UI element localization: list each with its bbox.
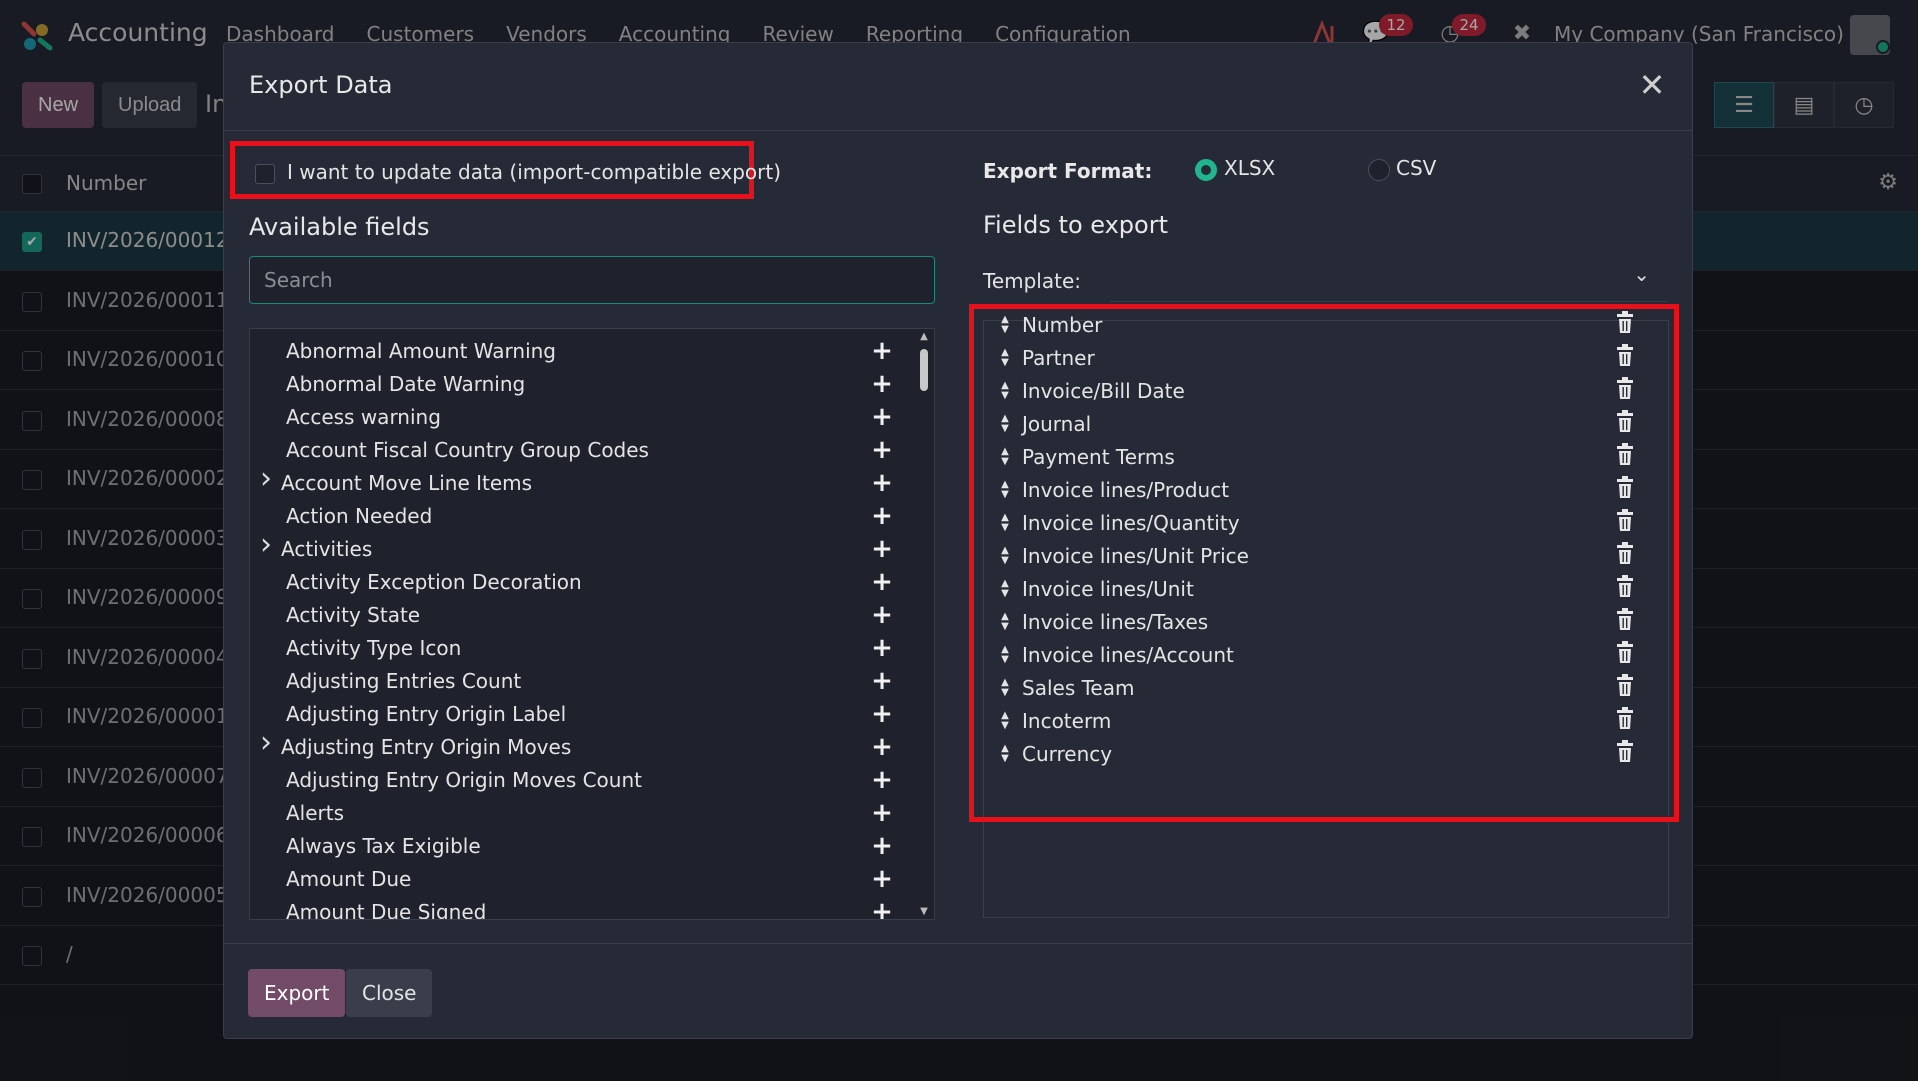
- add-field-icon[interactable]: +: [870, 831, 894, 861]
- available-fields-list: Amount Due Signed + Amount Due + Always Tax …: [249, 328, 935, 920]
- available-field-item[interactable]: Adjusting Entries Count +: [250, 665, 910, 698]
- available-field-label: Action Needed: [286, 504, 433, 528]
- available-field-item[interactable]: Activity State +: [250, 599, 910, 632]
- available-field-item[interactable]: › Adjusting Entry Origin Moves +: [250, 725, 910, 764]
- available-field-item[interactable]: › Account Move Line Items +: [250, 461, 910, 500]
- available-field-label: Amount Due: [286, 867, 412, 891]
- available-fields-title: Available fields: [249, 213, 430, 241]
- add-field-icon[interactable]: +: [870, 336, 894, 366]
- add-field-icon[interactable]: +: [870, 468, 894, 498]
- modal-header: Export Data ✕: [224, 43, 1692, 131]
- add-field-icon[interactable]: +: [870, 666, 894, 696]
- add-field-icon[interactable]: +: [870, 699, 894, 729]
- available-field-label: Adjusting Entry Origin Label: [286, 702, 567, 726]
- add-field-icon[interactable]: +: [870, 600, 894, 630]
- available-field-item[interactable]: Adjusting Entry Origin Label +: [250, 698, 910, 731]
- export-format-label: Export Format:: [983, 159, 1153, 183]
- scroll-up-icon[interactable]: ▲: [918, 331, 930, 342]
- scroll-down-icon[interactable]: ▼: [918, 906, 930, 917]
- available-field-item[interactable]: Amount Due +: [250, 863, 910, 896]
- available-field-label: Activity State: [286, 603, 421, 627]
- import-compatible-label[interactable]: I want to update data (import-compatible…: [287, 160, 781, 184]
- template-label: Template:: [983, 269, 1081, 293]
- available-field-item[interactable]: Amount Due Signed +: [250, 896, 910, 920]
- available-field-label: Adjusting Entries Count: [286, 669, 522, 693]
- available-field-item[interactable]: Activity Type Icon +: [250, 632, 910, 665]
- available-field-item[interactable]: Account Fiscal Country Group Codes +: [250, 434, 910, 467]
- available-field-label: Account Fiscal Country Group Codes: [286, 438, 649, 462]
- available-field-label: Account Move Line Items: [281, 471, 533, 495]
- close-button[interactable]: Close: [346, 969, 433, 1017]
- add-field-icon[interactable]: +: [870, 897, 894, 919]
- field-search-input[interactable]: [249, 256, 935, 304]
- modal-title: Export Data: [249, 71, 393, 99]
- fields-to-export-title: Fields to export: [983, 211, 1168, 239]
- available-field-label: Abnormal Amount Warning: [286, 339, 556, 363]
- available-field-label: Access warning: [286, 405, 441, 429]
- add-field-icon[interactable]: +: [870, 369, 894, 399]
- available-field-label: Activities: [281, 537, 373, 561]
- format-xlsx-radio[interactable]: [1195, 159, 1217, 181]
- add-field-icon[interactable]: +: [870, 798, 894, 828]
- available-field-item[interactable]: Abnormal Date Warning +: [250, 368, 910, 401]
- format-csv-label[interactable]: CSV: [1396, 156, 1436, 180]
- available-field-item[interactable]: › Activities +: [250, 527, 910, 566]
- available-field-item[interactable]: Action Needed +: [250, 500, 910, 533]
- available-field-item[interactable]: Abnormal Amount Warning +: [250, 335, 910, 368]
- available-field-label: Amount Due Signed: [286, 900, 487, 920]
- add-field-icon[interactable]: +: [870, 567, 894, 597]
- scroll-thumb[interactable]: [920, 349, 928, 391]
- available-field-label: Alerts: [286, 801, 345, 825]
- import-compatible-option: I want to update data (import-compatible…: [230, 141, 781, 199]
- add-field-icon[interactable]: +: [870, 864, 894, 894]
- available-field-label: Always Tax Exigible: [286, 834, 481, 858]
- available-field-item[interactable]: Alerts +: [250, 797, 910, 830]
- add-field-icon[interactable]: +: [870, 435, 894, 465]
- chevron-down-icon: ⌄: [1633, 262, 1650, 286]
- available-field-label: Abnormal Date Warning: [286, 372, 526, 396]
- available-field-item[interactable]: Access warning +: [250, 401, 910, 434]
- add-field-icon[interactable]: +: [870, 501, 894, 531]
- modal-footer: Export Close: [224, 943, 1692, 1040]
- add-field-icon[interactable]: +: [870, 534, 894, 564]
- available-field-label: Activity Exception Decoration: [286, 570, 582, 594]
- add-field-icon[interactable]: +: [870, 633, 894, 663]
- export-button[interactable]: Export: [248, 969, 346, 1017]
- add-field-icon[interactable]: +: [870, 402, 894, 432]
- export-fields-highlight: [969, 304, 1679, 822]
- close-icon[interactable]: ✕: [1634, 67, 1670, 103]
- available-field-item[interactable]: Adjusting Entry Origin Moves Count +: [250, 764, 910, 797]
- available-field-label: Adjusting Entry Origin Moves Count: [286, 768, 642, 792]
- export-data-dialog: Export Data ✕ I want to update data (imp…: [223, 42, 1693, 1039]
- format-csv-radio[interactable]: [1368, 159, 1390, 181]
- available-field-label: Adjusting Entry Origin Moves: [281, 735, 572, 759]
- available-field-item[interactable]: Always Tax Exigible +: [250, 830, 910, 863]
- add-field-icon[interactable]: +: [870, 732, 894, 762]
- template-select[interactable]: ⌄: [1110, 252, 1668, 302]
- available-fields-scrollbar[interactable]: ▲ ▼: [914, 329, 934, 919]
- format-xlsx-label[interactable]: XLSX: [1224, 156, 1275, 180]
- import-compatible-checkbox[interactable]: [255, 164, 275, 184]
- add-field-icon[interactable]: +: [870, 765, 894, 795]
- available-field-item[interactable]: Activity Exception Decoration +: [250, 566, 910, 599]
- available-field-label: Activity Type Icon: [286, 636, 462, 660]
